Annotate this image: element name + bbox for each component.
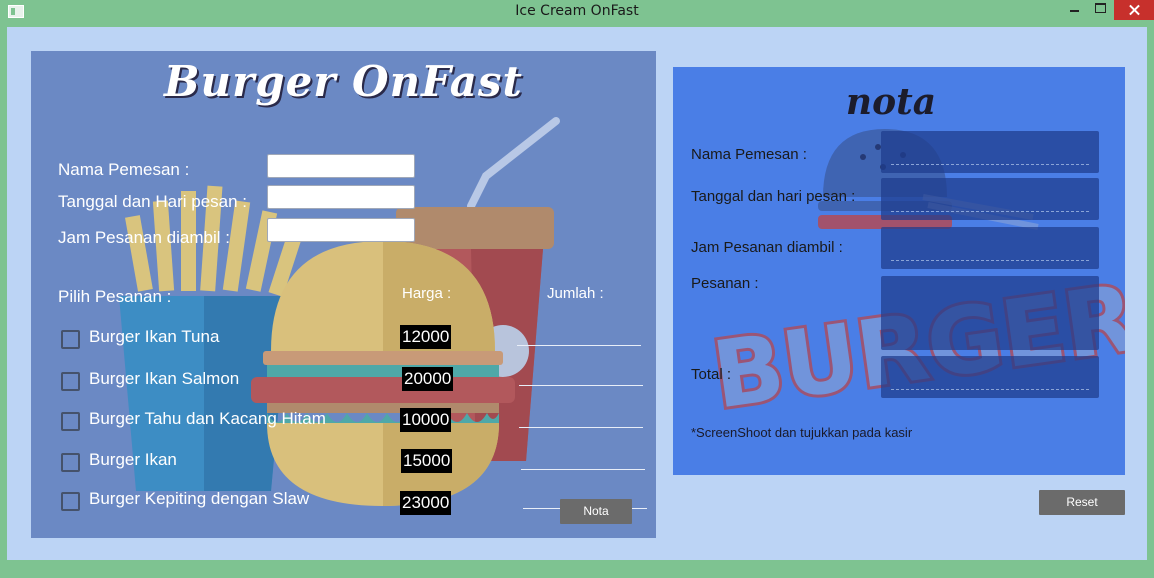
menu-quantity-input[interactable]: [519, 427, 643, 428]
receipt-pesanan-label: Pesanan :: [691, 275, 759, 292]
pilih-pesanan-label: Pilih Pesanan :: [58, 287, 172, 306]
receipt-jam-label: Jam Pesanan diambil :: [691, 239, 843, 256]
menu-checkbox[interactable]: [61, 492, 80, 511]
receipt-panel: BURGER nota Nama Pemesan : Tanggal dan h…: [673, 67, 1125, 475]
menu-checkbox[interactable]: [61, 372, 80, 391]
receipt-nama-label: Nama Pemesan :: [691, 146, 807, 163]
receipt-nama-output: [881, 131, 1099, 173]
menu-price: 20000: [402, 367, 454, 391]
jam-pesanan-input[interactable]: [267, 218, 415, 242]
menu-item-label: Burger Ikan Salmon: [89, 369, 240, 388]
receipt-pesanan-output: [881, 276, 1099, 350]
jam-pesanan-label: Jam Pesanan diambil :: [58, 228, 230, 247]
close-button[interactable]: [1114, 0, 1154, 20]
receipt-tanggal-label: Tanggal dan hari pesan :: [691, 188, 856, 205]
harga-header: Harga :: [402, 285, 452, 302]
jumlah-header: Jumlah :: [547, 285, 604, 302]
app-client-area: Burger OnFast Nama Pemesan : Tanggal dan…: [7, 27, 1147, 560]
menu-item-label: Burger Tahu dan Kacang Hitam: [89, 409, 326, 428]
menu-checkbox[interactable]: [61, 453, 80, 472]
menu-price: 15000: [401, 449, 453, 473]
menu-price: 12000: [400, 325, 452, 349]
menu-quantity-input[interactable]: [521, 469, 645, 470]
receipt-jam-output: [881, 227, 1099, 269]
menu-item-label: Burger Ikan: [89, 450, 177, 469]
receipt-tanggal-output: [881, 178, 1099, 220]
menu-quantity-input[interactable]: [519, 385, 643, 386]
nama-pemesan-label: Nama Pemesan :: [58, 160, 190, 179]
menu-item-label: Burger Ikan Tuna: [89, 327, 220, 346]
burger-logo-watermark: BURGER: [704, 129, 1125, 433]
menu-item-label: Burger Kepiting dengan Slaw: [89, 489, 310, 508]
nota-button[interactable]: Nota: [560, 499, 632, 524]
tanggal-pesan-input[interactable]: [267, 185, 415, 209]
menu-checkbox[interactable]: [61, 412, 80, 431]
receipt-title: nota: [845, 81, 937, 123]
maximize-button[interactable]: [1088, 0, 1114, 20]
reset-button[interactable]: Reset: [1039, 490, 1125, 515]
bottom-border: [0, 560, 1154, 578]
menu-quantity-input[interactable]: [517, 345, 641, 346]
brand-title: Burger OnFast: [164, 57, 523, 106]
minimize-button[interactable]: [1062, 0, 1088, 20]
title-bar[interactable]: Ice Cream OnFast: [0, 0, 1154, 26]
menu-checkbox[interactable]: [61, 330, 80, 349]
receipt-note: *ScreenShoot dan tujukkan pada kasir: [691, 425, 913, 440]
menu-price: 23000: [400, 491, 452, 515]
order-panel: Burger OnFast Nama Pemesan : Tanggal dan…: [31, 51, 656, 538]
receipt-total-output: [881, 356, 1099, 398]
nama-pemesan-input[interactable]: [267, 154, 415, 178]
receipt-total-label: Total :: [691, 366, 732, 383]
menu-price: 10000: [400, 408, 452, 432]
window-title: Ice Cream OnFast: [515, 3, 639, 19]
tanggal-pesan-label: Tanggal dan Hari pesan :: [58, 192, 248, 211]
